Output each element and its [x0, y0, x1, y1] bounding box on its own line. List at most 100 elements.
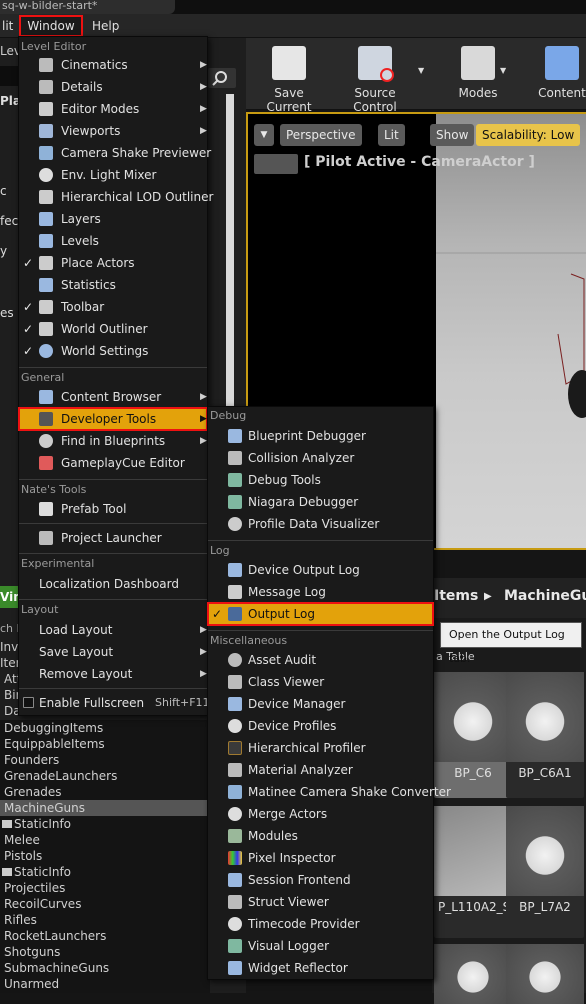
menu-item-world-settings[interactable]: ✓ World Settings [19, 340, 207, 362]
list-item[interactable]: Founders [4, 752, 59, 768]
menu-help[interactable]: Help [92, 16, 119, 36]
content-button[interactable]: Content [532, 44, 586, 106]
asset-tile[interactable]: BP_L7A2 [506, 806, 584, 938]
menu-item-device-output-log[interactable]: Device Output Log [208, 559, 433, 581]
menu-item-timecode-provider[interactable]: Timecode Provider [208, 913, 433, 935]
menu-item-hlod-outliner[interactable]: Hierarchical LOD Outliner [19, 186, 213, 208]
menu-item-asset-audit[interactable]: Asset Audit [208, 649, 433, 671]
list-item[interactable]: RocketLaunchers [4, 928, 106, 944]
list-item[interactable]: Grenades [4, 784, 62, 800]
source-control-button[interactable]: Source Control [334, 44, 416, 114]
menu-item-blueprint-debugger[interactable]: Blueprint Debugger [208, 425, 433, 447]
divider [19, 688, 207, 689]
menu-item-find-in-blueprints[interactable]: Find in Blueprints ▶ [19, 430, 207, 452]
scrollbar[interactable] [226, 94, 234, 424]
menu-item-statistics[interactable]: Statistics [19, 274, 207, 296]
show-button[interactable]: Show [430, 124, 475, 146]
menu-item-remove-layout[interactable]: Remove Layout ▶ [19, 663, 207, 685]
list-item[interactable]: DebuggingItems [4, 720, 103, 736]
list-item-selected[interactable]: MachineGuns [0, 800, 210, 816]
document-tab[interactable]: sq-w-bilder-start* [0, 0, 175, 14]
menu-item-gameplaycue-editor[interactable]: GameplayCue Editor [19, 452, 207, 474]
list-item[interactable]: SubmachineGuns [4, 960, 109, 976]
menu-item-matinee-camera-shake-converter[interactable]: Matinee Camera Shake Converter [208, 781, 451, 803]
menu-item-prefab-tool[interactable]: Prefab Tool [19, 498, 207, 520]
menu-item-visual-logger[interactable]: Visual Logger [208, 935, 433, 957]
material-analyzer-icon [228, 763, 242, 777]
menu-item-hierarchical-profiler[interactable]: Hierarchical Profiler [208, 737, 433, 759]
search-box[interactable] [0, 66, 20, 86]
menu-item-developer-tools[interactable]: Developer Tools ▶ [18, 407, 208, 431]
breadcrumb-machineguns[interactable]: MachineGun [504, 588, 586, 604]
asset-label: BP_C6A1 [518, 766, 572, 780]
menu-item-localization-dashboard[interactable]: Localization Dashboard [19, 573, 207, 595]
menu-item-collision-analyzer[interactable]: Collision Analyzer [208, 447, 433, 469]
menu-item-save-layout[interactable]: Save Layout ▶ [19, 641, 207, 663]
menu-item-modules[interactable]: Modules [208, 825, 433, 847]
list-item[interactable]: Rifles [4, 912, 37, 928]
menu-item-device-manager[interactable]: Device Manager [208, 693, 433, 715]
menu-item-project-launcher[interactable]: Project Launcher [19, 527, 207, 549]
pilot-eject-icon[interactable] [254, 154, 298, 174]
menu-item-session-frontend[interactable]: Session Frontend [208, 869, 433, 891]
asset-tile[interactable]: P_L110A2_SUSAT [434, 806, 542, 938]
list-item[interactable]: EquippableItems [4, 736, 105, 752]
menu-item-load-layout[interactable]: Load Layout ▶ [19, 619, 207, 641]
add-new-button[interactable]: Vim [0, 586, 26, 608]
menu-edit[interactable]: lit [2, 16, 13, 36]
menu-item-niagara-debugger[interactable]: Niagara Debugger [208, 491, 433, 513]
menu-item-output-log[interactable]: ✓ Output Log [207, 602, 434, 626]
search-icon[interactable] [208, 68, 236, 88]
fullscreen-checkbox[interactable] [23, 697, 34, 708]
menu-item-label: Blueprint Debugger [248, 429, 366, 443]
menu-item-enable-fullscreen[interactable]: Enable Fullscreen Shift+F11 [19, 692, 210, 714]
menu-item-pixel-inspector[interactable]: Pixel Inspector [208, 847, 433, 869]
menu-item-label: World Settings [61, 344, 149, 358]
list-item[interactable]: Shotguns [4, 944, 60, 960]
list-item[interactable]: Pistols [4, 848, 42, 864]
menu-item-debug-tools[interactable]: Debug Tools [208, 469, 433, 491]
viewport-options-button[interactable]: ▼ [254, 124, 274, 146]
menu-item-merge-actors[interactable]: Merge Actors [208, 803, 433, 825]
menu-item-place-actors[interactable]: ✓ Place Actors [19, 252, 207, 274]
menu-item-message-log[interactable]: Message Log [208, 581, 433, 603]
list-item[interactable]: RecoilCurves [4, 896, 81, 912]
menu-window[interactable]: Window [19, 15, 83, 37]
menu-item-content-browser[interactable]: Content Browser ▶ [19, 386, 207, 408]
menu-item-editor-modes[interactable]: Editor Modes ▶ [19, 98, 207, 120]
list-item[interactable]: Unarmed [4, 976, 59, 992]
breadcrumb-items[interactable]: Items [434, 588, 478, 604]
menu-item-layers[interactable]: Layers [19, 208, 207, 230]
menu-item-camera-shake-previewer[interactable]: Camera Shake Previewer [19, 142, 211, 164]
chevron-down-icon[interactable]: ▼ [500, 66, 506, 75]
scalability-button[interactable]: Scalability: Low [476, 124, 581, 146]
menu-item-material-analyzer[interactable]: Material Analyzer [208, 759, 433, 781]
menu-item-world-outliner[interactable]: ✓ World Outliner [19, 318, 207, 340]
list-item[interactable]: Melee [4, 832, 40, 848]
asset-tile[interactable] [434, 944, 512, 1004]
menu-item-toolbar[interactable]: ✓ Toolbar [19, 296, 207, 318]
menu-item-profile-data-visualizer[interactable]: Profile Data Visualizer [208, 513, 433, 535]
menu-item-device-profiles[interactable]: Device Profiles [208, 715, 433, 737]
menu-item-details[interactable]: Details ▶ [19, 76, 207, 98]
asset-tile[interactable] [506, 944, 584, 1004]
divider [208, 630, 433, 631]
chevron-down-icon[interactable]: ▼ [418, 66, 424, 75]
menu-item-cinematics[interactable]: Cinematics ▶ [19, 54, 207, 76]
list-item[interactable]: StaticInfo [14, 816, 71, 832]
menu-item-struct-viewer[interactable]: Struct Viewer [208, 891, 433, 913]
asset-tile[interactable]: BP_C6 [434, 672, 512, 798]
menu-item-viewports[interactable]: Viewports ▶ [19, 120, 207, 142]
menu-item-env-light-mixer[interactable]: Env. Light Mixer [19, 164, 207, 186]
menu-item-levels[interactable]: Levels [19, 230, 207, 252]
perspective-button[interactable]: Perspective [280, 124, 362, 146]
list-item[interactable]: StaticInfo [14, 864, 71, 880]
save-current-button[interactable]: Save Current [250, 44, 328, 114]
asset-tile[interactable]: BP_C6A1 [506, 672, 584, 798]
list-item[interactable]: GrenadeLaunchers [4, 768, 117, 784]
modes-button[interactable]: Modes [450, 44, 506, 106]
list-item[interactable]: Projectiles [4, 880, 65, 896]
menu-item-widget-reflector[interactable]: Widget Reflector [208, 957, 433, 979]
menu-item-class-viewer[interactable]: Class Viewer [208, 671, 433, 693]
lit-button[interactable]: Lit [378, 124, 405, 146]
